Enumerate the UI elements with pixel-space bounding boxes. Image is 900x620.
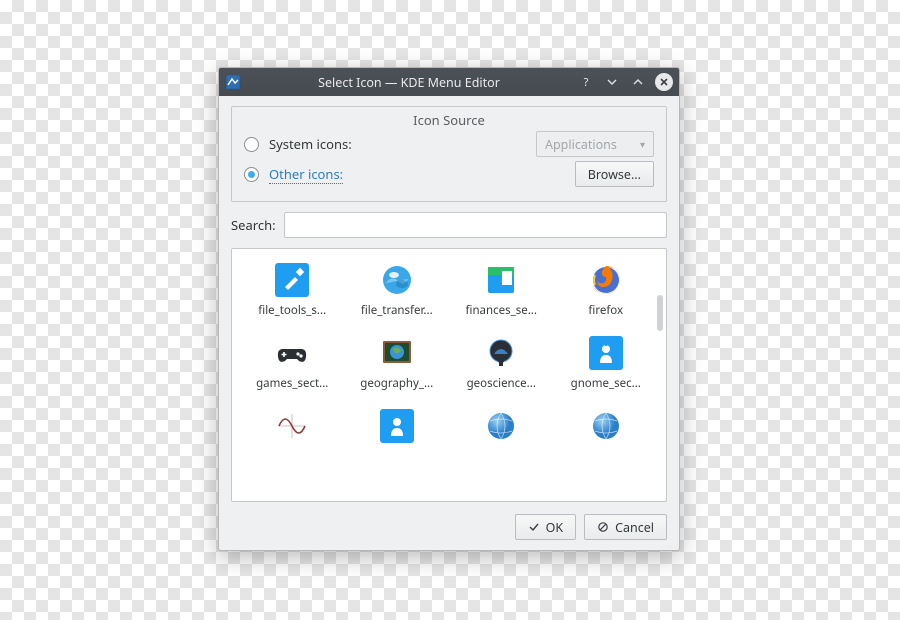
gamepad-icon xyxy=(275,336,309,370)
icon-item[interactable] xyxy=(451,409,552,449)
maximize-button[interactable] xyxy=(629,73,647,91)
icon-grid: file_tools_s... file_transfer... finance… xyxy=(242,263,656,449)
icon-source-group: Icon Source System icons: Applications ▾… xyxy=(231,106,667,202)
icon-item[interactable]: file_tools_s... xyxy=(242,263,343,318)
scrollbar-thumb[interactable] xyxy=(657,295,663,331)
window-title: Select Icon — KDE Menu Editor xyxy=(247,74,571,91)
ok-button[interactable]: OK xyxy=(515,514,577,540)
cancel-button-label: Cancel xyxy=(615,519,654,536)
cancel-icon xyxy=(597,521,609,533)
cancel-button[interactable]: Cancel xyxy=(584,514,667,540)
chevron-down-icon: ▾ xyxy=(640,137,645,151)
graphical-icon xyxy=(380,409,414,443)
browse-button-label: Browse... xyxy=(588,166,641,183)
icon-item[interactable] xyxy=(242,409,343,449)
dialog-footer: OK Cancel xyxy=(231,512,667,540)
finances-icon xyxy=(484,263,518,297)
ok-button-label: OK xyxy=(546,519,564,536)
dialog-window: Select Icon — KDE Menu Editor ? Icon Sou… xyxy=(218,67,680,551)
sphere-icon xyxy=(484,409,518,443)
system-icons-radio[interactable] xyxy=(244,137,259,152)
other-icons-row: Other icons: Browse... xyxy=(244,159,654,189)
close-button[interactable] xyxy=(655,73,673,91)
app-icon xyxy=(225,74,241,90)
icon-label: finances_se... xyxy=(466,303,537,318)
system-icons-label[interactable]: System icons: xyxy=(269,135,352,153)
firefox-icon xyxy=(589,263,623,297)
icon-label: geoscience... xyxy=(467,376,536,391)
check-icon xyxy=(528,521,540,533)
titlebar[interactable]: Select Icon — KDE Menu Editor ? xyxy=(219,68,679,96)
browse-button[interactable]: Browse... xyxy=(575,161,654,187)
icon-label: firefox xyxy=(588,303,623,318)
icon-item[interactable]: gnome_sec... xyxy=(556,336,657,391)
icon-label: geography_... xyxy=(360,376,433,391)
window-controls: ? xyxy=(577,73,673,91)
icon-item[interactable] xyxy=(347,409,448,449)
search-row: Search: xyxy=(231,212,667,238)
icon-label: file_tools_s... xyxy=(258,303,326,318)
icon-item[interactable]: games_sect... xyxy=(242,336,343,391)
other-icons-radio[interactable] xyxy=(244,167,259,182)
geoscience-icon xyxy=(484,336,518,370)
file-tools-icon xyxy=(275,263,309,297)
wave-icon xyxy=(275,409,309,443)
help-button[interactable]: ? xyxy=(577,73,595,91)
icon-item[interactable]: geoscience... xyxy=(451,336,552,391)
geography-icon xyxy=(380,336,414,370)
dialog-body: Icon Source System icons: Applications ▾… xyxy=(219,96,679,550)
sphere-icon xyxy=(589,409,623,443)
system-icons-row: System icons: Applications ▾ xyxy=(244,129,654,159)
globe-icon xyxy=(380,263,414,297)
icon-label: games_sect... xyxy=(256,376,328,391)
icon-label: file_transfer... xyxy=(361,303,433,318)
category-combobox: Applications ▾ xyxy=(536,131,654,157)
icon-item[interactable]: firefox xyxy=(556,263,657,318)
icon-item[interactable]: file_transfer... xyxy=(347,263,448,318)
transparency-backdrop: Select Icon — KDE Menu Editor ? Icon Sou… xyxy=(0,0,900,620)
icon-label: gnome_sec... xyxy=(571,376,641,391)
search-label: Search: xyxy=(231,216,276,234)
svg-text:?: ? xyxy=(584,76,589,88)
gnome-sec-icon xyxy=(589,336,623,370)
minimize-button[interactable] xyxy=(603,73,621,91)
icon-item[interactable] xyxy=(556,409,657,449)
search-input[interactable] xyxy=(284,212,667,238)
category-combobox-value: Applications xyxy=(545,136,617,153)
group-legend: Icon Source xyxy=(232,111,666,129)
icon-item[interactable]: geography_... xyxy=(347,336,448,391)
icon-list-panel[interactable]: file_tools_s... file_transfer... finance… xyxy=(231,248,667,502)
icon-item[interactable]: finances_se... xyxy=(451,263,552,318)
other-icons-label[interactable]: Other icons: xyxy=(269,165,343,184)
